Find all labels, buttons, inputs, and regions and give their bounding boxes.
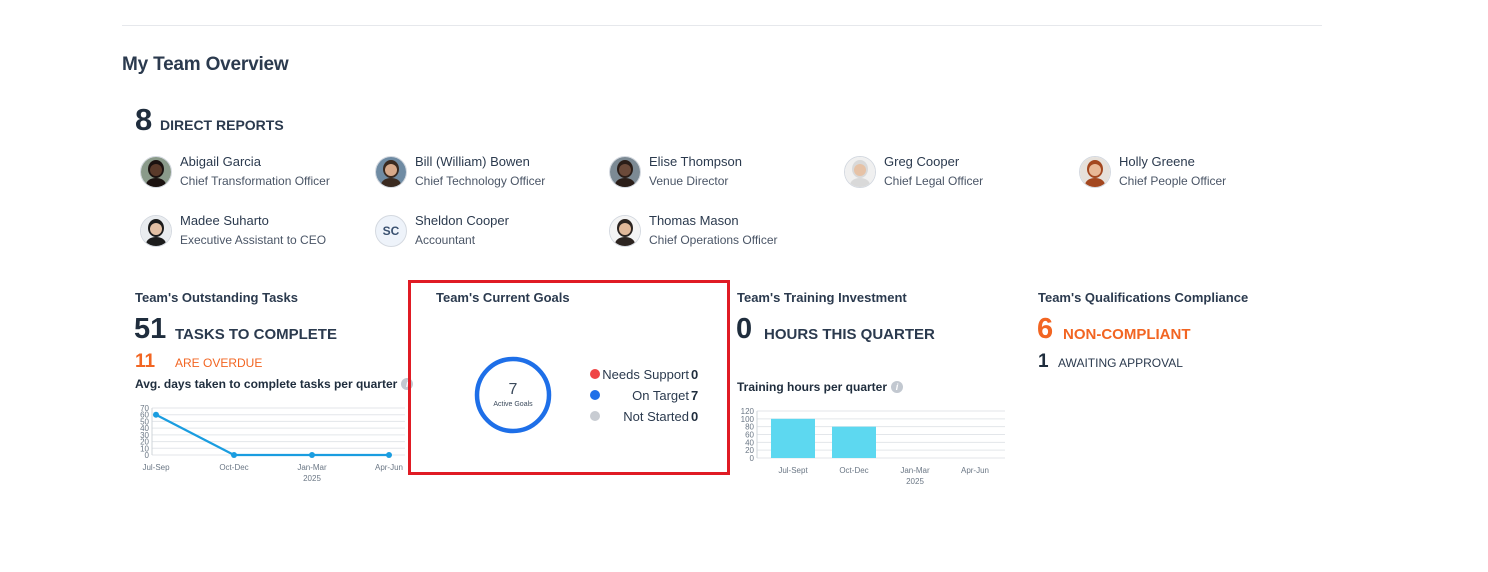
direct-report-role: Executive Assistant to CEO bbox=[180, 233, 327, 247]
direct-reports-label: DIRECT REPORTS bbox=[160, 117, 284, 133]
x-tick-label: Jan-Mar bbox=[297, 463, 327, 472]
awaiting-label: AWAITING APPROVAL bbox=[1058, 356, 1183, 370]
direct-reports-count: 8 bbox=[135, 102, 153, 137]
direct-report-role: Chief Transformation Officer bbox=[180, 174, 330, 188]
data-point bbox=[386, 452, 392, 458]
page-title: My Team Overview bbox=[122, 54, 289, 75]
info-icon[interactable]: i bbox=[891, 381, 904, 393]
awaiting-count[interactable]: 1 bbox=[1038, 351, 1049, 373]
tasks-label: TASKS TO COMPLETE bbox=[175, 326, 337, 343]
direct-report-name[interactable]: Bill (William) Bowen bbox=[415, 154, 530, 169]
direct-report-role: Chief People Officer bbox=[1119, 174, 1227, 188]
qualifications-card-title: Team's Qualifications Compliance bbox=[1038, 290, 1249, 305]
legend-dot bbox=[590, 369, 600, 379]
training-hours-label: HOURS THIS QUARTER bbox=[764, 326, 935, 343]
direct-report-role: Venue Director bbox=[649, 174, 729, 188]
x-tick-label: Apr-Jun bbox=[375, 463, 403, 472]
training-hours-count[interactable]: 0 bbox=[736, 313, 752, 346]
direct-report-role: Chief Operations Officer bbox=[649, 233, 778, 247]
direct-report-name[interactable]: Elise Thompson bbox=[649, 154, 742, 169]
active-goals-label: Active Goals bbox=[493, 401, 533, 408]
data-point bbox=[231, 452, 237, 458]
legend-label[interactable]: Needs Support bbox=[602, 367, 689, 382]
y-tick-label: 0 bbox=[750, 454, 755, 463]
training-chart-caption: Training hours per quarter i bbox=[737, 380, 904, 394]
training-chart-caption-text: Training hours per quarter bbox=[737, 380, 888, 394]
x-tick-label: Jul-Sept bbox=[778, 466, 808, 475]
direct-report-name[interactable]: Holly Greene bbox=[1119, 154, 1195, 169]
legend-value: 0 bbox=[691, 367, 699, 382]
avatar bbox=[609, 156, 641, 188]
avatar bbox=[140, 215, 172, 247]
avatar bbox=[844, 156, 876, 188]
top-divider bbox=[122, 25, 1322, 26]
x-tick-label: Oct-Dec bbox=[219, 463, 248, 472]
avatar: SC bbox=[375, 215, 407, 247]
avatar bbox=[609, 215, 641, 247]
avatar bbox=[375, 156, 407, 188]
direct-report-role: Accountant bbox=[415, 233, 476, 247]
tasks-line-chart: 706050403020100Jul-Sep Oct-Dec Jan-Mar2025… bbox=[140, 404, 405, 483]
bar bbox=[832, 426, 876, 458]
tasks-chart-caption: Avg. days taken to complete tasks per qu… bbox=[135, 377, 414, 391]
tasks-count[interactable]: 51 bbox=[134, 313, 166, 346]
legend-value: 0 bbox=[691, 409, 699, 424]
active-goals-donut[interactable]: 7 Active Goals bbox=[472, 354, 554, 436]
x-tick-sublabel: 2025 bbox=[906, 477, 924, 486]
legend-dot bbox=[590, 390, 600, 400]
x-tick-label: Oct-Dec bbox=[839, 466, 868, 475]
x-tick-label: Jan-Mar bbox=[900, 466, 930, 475]
direct-report-role: Chief Legal Officer bbox=[884, 174, 984, 188]
avatar bbox=[1079, 156, 1111, 188]
x-tick-label: Jul-Sep bbox=[142, 463, 170, 472]
tasks-chart-caption-text: Avg. days taken to complete tasks per qu… bbox=[135, 377, 398, 391]
legend-label[interactable]: Not Started bbox=[623, 409, 689, 424]
data-point bbox=[153, 411, 159, 418]
x-tick-sublabel: 2025 bbox=[303, 474, 321, 483]
avatar bbox=[140, 156, 172, 188]
direct-report-name[interactable]: Abigail Garcia bbox=[180, 154, 261, 169]
bar bbox=[771, 418, 815, 458]
direct-report-name[interactable]: Thomas Mason bbox=[649, 213, 739, 228]
tasks-card-title: Team's Outstanding Tasks bbox=[135, 290, 298, 305]
direct-report-name[interactable]: Greg Cooper bbox=[884, 154, 959, 169]
legend-dot bbox=[590, 411, 600, 421]
direct-report-name[interactable]: Sheldon Cooper bbox=[415, 213, 509, 228]
noncompliant-label: NON-COMPLIANT bbox=[1063, 326, 1191, 343]
overdue-count[interactable]: 11 bbox=[135, 351, 155, 373]
training-bar-chart: 120100806040200Jul-Sept Oct-Dec Jan-Mar202… bbox=[741, 407, 1005, 486]
noncompliant-count[interactable]: 6 bbox=[1037, 313, 1053, 346]
legend-label[interactable]: On Target bbox=[632, 388, 689, 403]
training-card-title: Team's Training Investment bbox=[737, 290, 907, 305]
direct-report-role: Chief Technology Officer bbox=[415, 174, 546, 188]
x-tick-label: Apr-Jun bbox=[961, 466, 989, 475]
direct-report-name[interactable]: Madee Suharto bbox=[180, 213, 269, 228]
goals-card-title: Team's Current Goals bbox=[436, 290, 570, 305]
overdue-label: ARE OVERDUE bbox=[175, 356, 263, 370]
data-point bbox=[309, 452, 315, 458]
active-goals-count: 7 bbox=[509, 381, 518, 398]
legend-value: 7 bbox=[691, 388, 699, 403]
y-tick-label: 0 bbox=[145, 451, 150, 460]
